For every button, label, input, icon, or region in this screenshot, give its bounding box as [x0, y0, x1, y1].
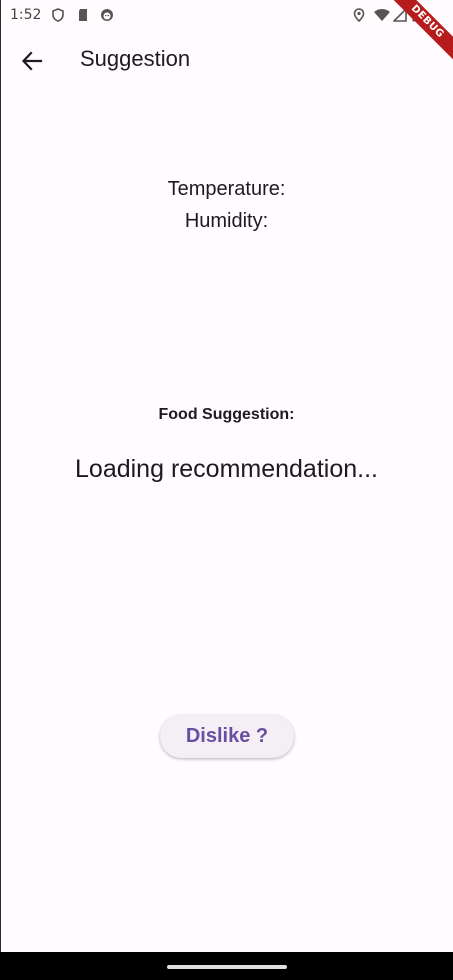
- dislike-button-label: Dislike ?: [185, 725, 269, 747]
- shield-icon: [51, 8, 65, 22]
- wifi-icon: [373, 8, 391, 22]
- home-gesture-handle[interactable]: [167, 965, 287, 969]
- status-bar: 1:52 DEBUG: [0, 0, 453, 71]
- back-button[interactable]: [12, 41, 52, 81]
- temperature-label: Temperature:: [167, 178, 286, 200]
- recommendation-status: Loading recommendation...: [75, 455, 378, 483]
- dislike-button[interactable]: Dislike ?: [160, 715, 294, 758]
- humidity-label: Humidity:: [184, 210, 269, 232]
- sd-card-icon: [76, 8, 90, 22]
- location-icon: [352, 8, 366, 23]
- navigation-bar: [0, 952, 453, 980]
- food-suggestion-label: Food Suggestion:: [158, 406, 295, 423]
- status-time: 1:52: [10, 7, 42, 23]
- app-bar: Suggestion: [0, 32, 453, 90]
- arrow-back-icon: [21, 50, 43, 72]
- face-icon: [100, 8, 114, 22]
- page-title: Suggestion: [80, 46, 191, 71]
